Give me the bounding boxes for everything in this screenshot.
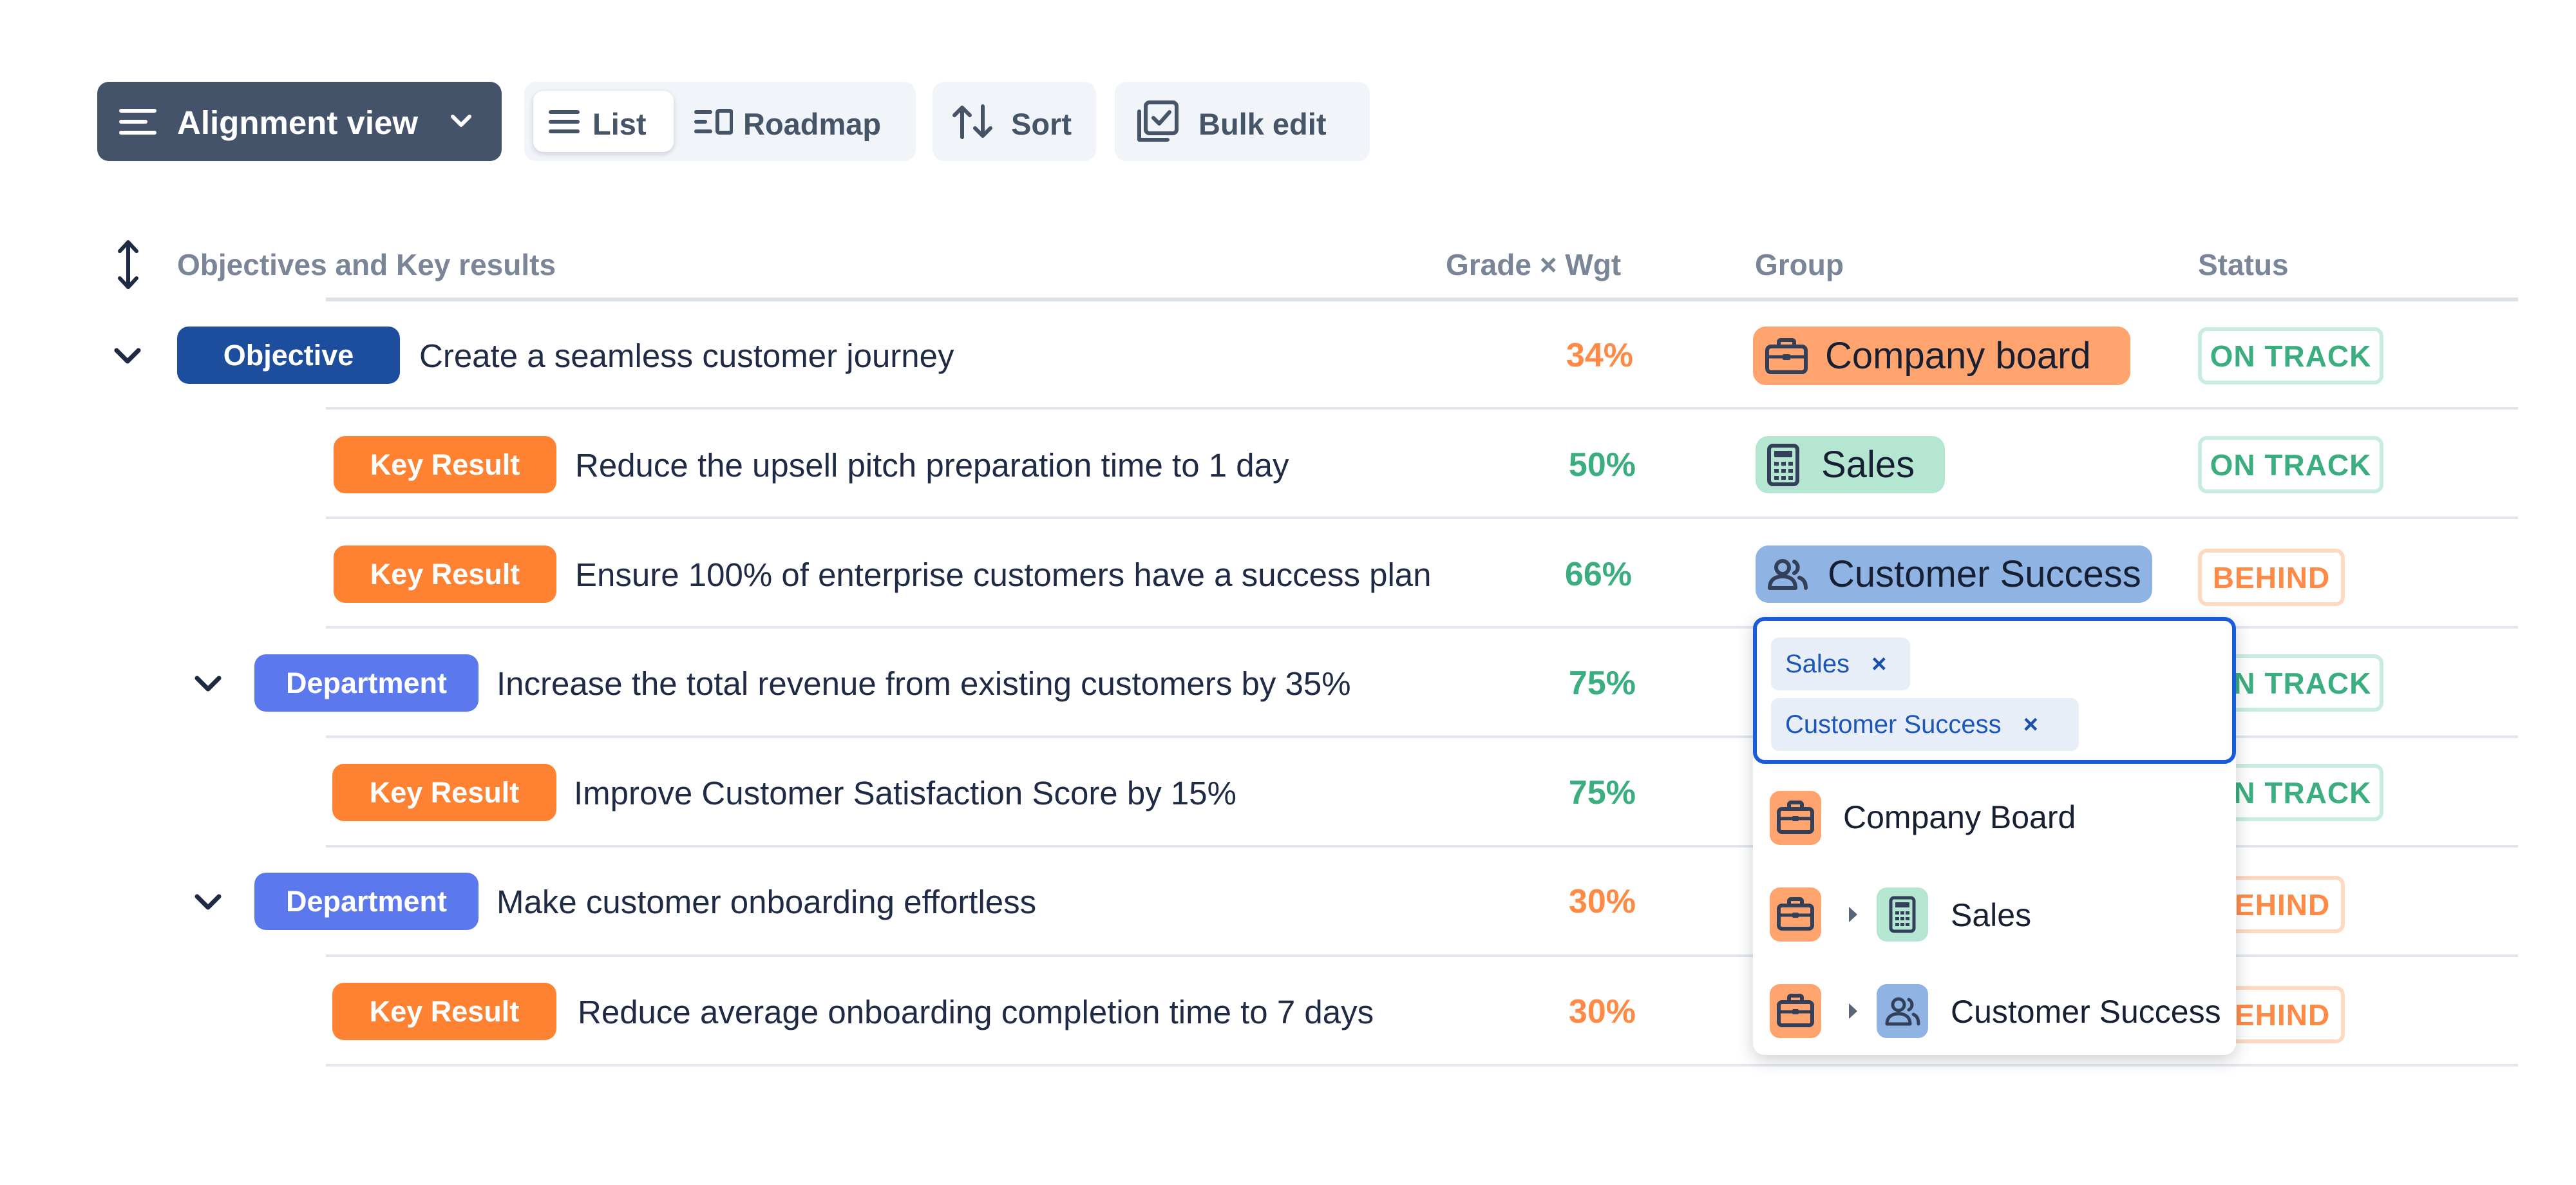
people-icon — [1877, 984, 1928, 1038]
alignment-view-label: Alignment view — [177, 104, 419, 141]
grade-value: 30% — [1568, 993, 1636, 1030]
key-result-badge: Key Result — [332, 983, 556, 1040]
row-divider — [326, 1064, 2518, 1066]
caret-right-icon[interactable] — [1847, 1002, 1859, 1020]
group-label: Customer Success — [1828, 553, 2141, 595]
group-picker-input[interactable]: Sales × Customer Success × — [1753, 617, 2236, 764]
roadmap-icon — [694, 109, 733, 135]
row-divider — [326, 517, 2518, 519]
sort-button[interactable]: Sort — [933, 82, 1096, 161]
bulk-edit-button[interactable]: Bulk edit — [1115, 82, 1370, 161]
okr-title[interactable]: Reduce average onboarding completion tim… — [578, 993, 1374, 1031]
status-badge[interactable]: ON TRACK — [2198, 436, 2383, 493]
objective-badge: Objective — [177, 327, 400, 384]
sort-label: Sort — [1011, 107, 1072, 141]
selected-chip-sales: Sales × — [1771, 638, 1910, 690]
group-tag-company-board[interactable]: Company board — [1753, 327, 2130, 385]
status-column-header: Status — [2198, 248, 2289, 281]
option-sales[interactable]: Sales — [1753, 876, 2236, 953]
alignment-view-button[interactable]: Alignment view — [97, 82, 502, 161]
list-view-button[interactable]: List — [533, 91, 674, 152]
okr-title[interactable]: Improve Customer Satisfaction Score by 1… — [574, 774, 1236, 812]
group-label: Company board — [1825, 335, 2091, 377]
group-tag-sales[interactable]: Sales — [1756, 436, 1945, 493]
status-badge[interactable]: BEHIND — [2198, 549, 2345, 606]
remove-chip-icon[interactable]: × — [1871, 650, 1886, 679]
grade-value: 34% — [1566, 337, 1633, 374]
option-customer-success[interactable]: Customer Success — [1753, 972, 2236, 1050]
briefcase-icon — [1765, 337, 1808, 375]
expand-collapse-all-icon[interactable] — [116, 238, 140, 291]
remove-chip-icon[interactable]: × — [2023, 710, 2038, 739]
okr-title[interactable]: Create a seamless customer journey — [419, 337, 954, 375]
briefcase-icon — [1770, 984, 1821, 1038]
department-badge: Department — [254, 654, 478, 712]
selected-chip-customer-success: Customer Success × — [1771, 698, 2079, 751]
okr-title[interactable]: Ensure 100% of enterprise customers have… — [575, 556, 1432, 594]
group-column-header: Group — [1755, 248, 1844, 281]
key-result-badge: Key Result — [334, 436, 556, 493]
okr-title[interactable]: Make customer onboarding effortless — [497, 883, 1036, 921]
grade-value: 30% — [1568, 883, 1636, 920]
group-label: Sales — [1821, 444, 1915, 486]
grade-value: 66% — [1564, 556, 1632, 593]
list-label: List — [592, 107, 647, 141]
caret-right-icon[interactable] — [1847, 905, 1859, 924]
briefcase-icon — [1770, 887, 1821, 942]
calculator-icon — [1767, 443, 1799, 486]
sort-icon — [952, 104, 994, 140]
people-icon — [1767, 558, 1808, 591]
collapse-chevron-icon[interactable] — [113, 346, 142, 366]
option-label: Company Board — [1843, 799, 2076, 835]
key-result-badge: Key Result — [332, 764, 556, 821]
chevron-down-icon — [450, 114, 472, 128]
grade-value: 75% — [1568, 665, 1636, 702]
grade-value: 50% — [1568, 446, 1636, 484]
bulk-edit-label: Bulk edit — [1198, 107, 1327, 141]
menu-icon — [119, 108, 156, 136]
key-result-badge: Key Result — [334, 545, 556, 603]
option-label: Sales — [1951, 897, 2032, 933]
row-divider — [326, 407, 2518, 410]
bulk-edit-icon — [1135, 100, 1179, 144]
calculator-icon — [1877, 887, 1928, 942]
group-picker-dropdown: Sales × Customer Success × Company Board… — [1753, 617, 2236, 1055]
collapse-chevron-icon[interactable] — [194, 674, 222, 694]
view-switcher: List Roadmap — [524, 82, 916, 161]
roadmap-label: Roadmap — [743, 107, 882, 141]
okr-title[interactable]: Increase the total revenue from existing… — [497, 665, 1351, 703]
grade-value: 75% — [1568, 774, 1636, 811]
okr-column-header: Objectives and Key results — [177, 248, 556, 281]
collapse-chevron-icon[interactable] — [194, 893, 222, 912]
chip-label: Sales — [1785, 649, 1850, 678]
option-label: Customer Success — [1951, 994, 2221, 1030]
roadmap-view-button[interactable]: Roadmap — [685, 91, 904, 152]
list-icon — [549, 109, 580, 135]
grade-column-header[interactable]: Grade × Wgt — [1446, 247, 1621, 282]
status-badge[interactable]: ON TRACK — [2198, 327, 2383, 384]
okr-title[interactable]: Reduce the upsell pitch preparation time… — [575, 446, 1289, 484]
chip-label: Customer Success — [1785, 710, 2002, 739]
department-badge: Department — [254, 873, 478, 930]
group-tag-customer-success[interactable]: Customer Success — [1756, 545, 2152, 603]
header-divider — [326, 298, 2518, 301]
option-company-board[interactable]: Company Board — [1753, 779, 2236, 857]
briefcase-icon — [1770, 791, 1821, 845]
